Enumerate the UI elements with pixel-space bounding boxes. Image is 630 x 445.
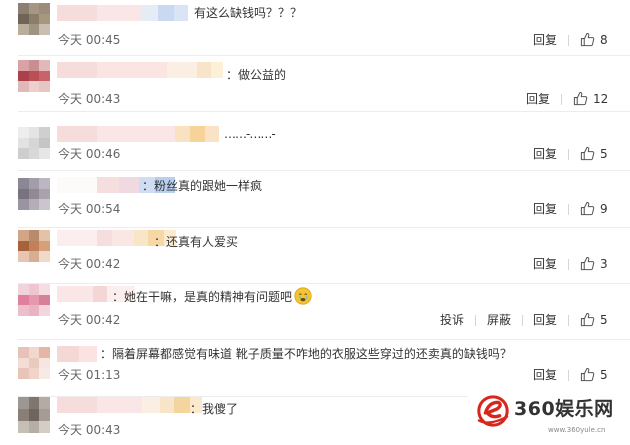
action-separator [568,35,569,46]
comment-text-content: ：她在干嘛，是真的精神有问题吧 [112,290,293,304]
username[interactable] [57,5,188,21]
comment-time: 今天 00:43 [58,423,121,437]
avatar[interactable] [18,230,50,262]
comment-text: 有这么缺钱吗？？？ [194,6,303,20]
divider [18,170,630,171]
reply-button[interactable]: 回复 [533,255,557,273]
action-separator [522,315,523,326]
action-separator [568,259,569,270]
comment-text: ：她在干嘛，是真的精神有问题吧 [112,287,312,307]
comment-item: ……-……- 今天 00:46 回复 5 [0,115,630,171]
block-button[interactable]: 屏蔽 [487,311,511,329]
comment-item: ：隔着屏幕都感觉有味道 靴子质量不咋地的衣服这些穿过的还卖真的缺钱吗？ 今天 0… [0,341,630,397]
comment-text: ：粉丝真的跟她一样疯 [142,179,263,193]
comment-item: ：粉丝真的跟她一样疯 今天 00:54 回复 9 [0,172,630,228]
like-count: 8 [600,33,608,47]
reply-button[interactable]: 回复 [533,145,557,163]
like-count: 5 [600,147,608,161]
comment-text: ：还真有人爱买 [154,235,239,249]
divider [18,339,630,340]
thumbs-up-icon[interactable] [580,201,595,216]
thumbs-up-icon[interactable] [573,91,588,106]
avatar[interactable] [18,347,50,379]
avatar[interactable] [18,60,50,92]
reply-button[interactable]: 回复 [526,90,550,108]
avatar[interactable] [18,3,50,35]
comment-item: ：还真有人爱买 今天 00:42 回复 3 [0,228,630,284]
comment-time: 今天 00:42 [58,257,121,271]
crying-face-icon [294,287,312,305]
report-button[interactable]: 投诉 [440,311,464,329]
action-separator [561,94,562,105]
comment-text: ：隔着屏幕都感觉有味道 靴子质量不咋地的衣服这些穿过的还卖真的缺钱吗？ [100,347,512,361]
like-count: 12 [593,92,609,106]
comment-time: 今天 00:43 [58,92,121,106]
comment-time: 今天 00:45 [58,33,121,47]
username[interactable] [57,126,219,142]
action-separator [568,315,569,326]
comment-text: ：我傻了 [190,402,239,416]
action-separator [568,370,569,381]
action-separator [568,204,569,215]
comment-time: 今天 00:46 [58,147,121,161]
like-count: 9 [600,202,608,216]
action-separator [568,149,569,160]
reply-button[interactable]: 回复 [533,200,557,218]
action-separator [475,315,476,326]
thumbs-up-icon[interactable] [580,367,595,382]
comment-time: 今天 01:13 [58,368,121,382]
comment-text: ……-……- [224,127,276,141]
reply-button[interactable]: 回复 [533,311,557,329]
watermark-brand: 360娱乐网 [514,398,614,420]
username[interactable] [57,346,97,362]
thumbs-up-icon[interactable] [580,146,595,161]
comment-time: 今天 00:42 [58,313,121,327]
like-count: 5 [600,368,608,382]
avatar[interactable] [18,397,50,433]
thumbs-up-icon[interactable] [580,256,595,271]
avatar[interactable] [18,284,50,316]
comment-time: 今天 00:54 [58,202,121,216]
watermark-url: www.360yule.cn [548,426,606,434]
avatar[interactable] [18,178,50,210]
like-count: 5 [600,313,608,327]
username[interactable] [57,397,202,413]
comment-item: ：做公益的 今天 00:43 回复 12 [0,56,630,112]
brand-logo-icon [477,395,509,427]
comment-item: ：她在干嘛，是真的精神有问题吧 今天 00:42 投诉 屏蔽 回复 5 [0,284,630,340]
avatar[interactable] [18,127,50,159]
reply-button[interactable]: 回复 [533,31,557,49]
divider [18,111,630,112]
thumbs-up-icon[interactable] [580,32,595,47]
comment-item: 有这么缺钱吗？？？ 今天 00:45 回复 8 [0,0,630,56]
reply-button[interactable]: 回复 [533,366,557,384]
thumbs-up-icon[interactable] [580,312,595,327]
comment-text: ：做公益的 [226,68,287,82]
watermark: 360娱乐网 www.360yule.cn [468,390,630,445]
username[interactable] [57,62,223,78]
like-count: 3 [600,257,608,271]
